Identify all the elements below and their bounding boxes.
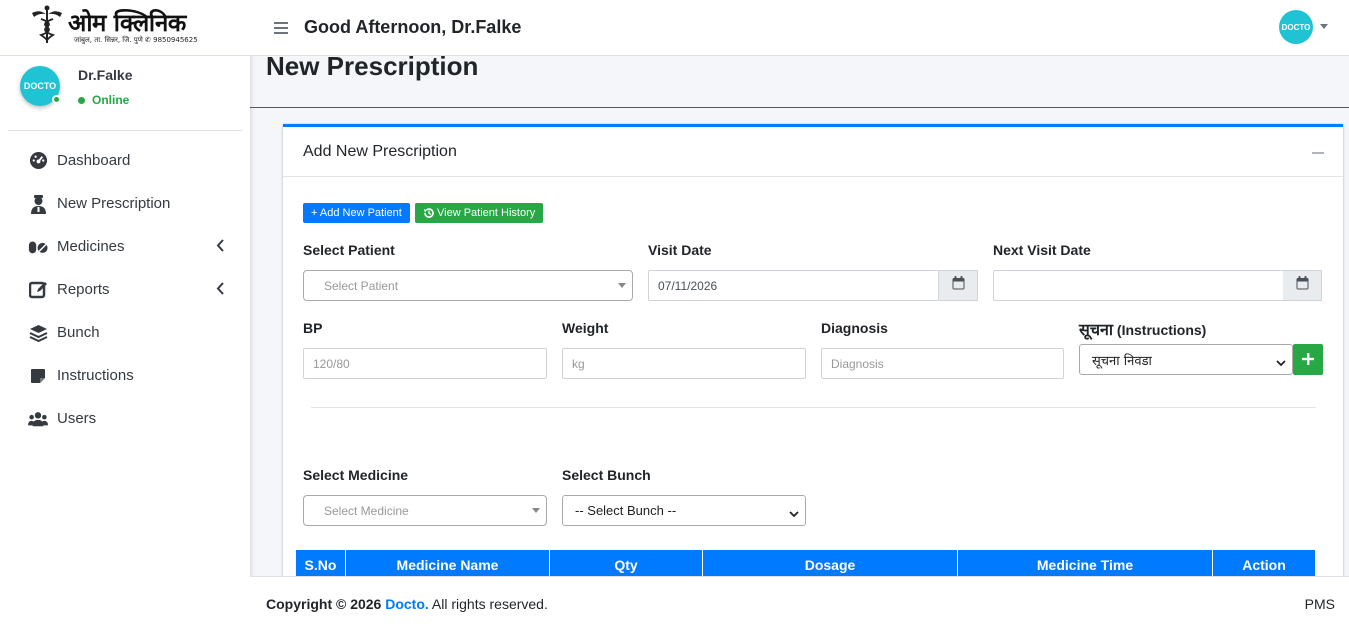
instructions-selected: सूचना निवडा — [1092, 353, 1152, 369]
users-icon — [28, 409, 48, 429]
collapse-minus-icon[interactable] — [1312, 152, 1324, 154]
user-doctor-icon — [28, 194, 48, 214]
select-medicine-placeholder: Select Medicine — [324, 503, 409, 518]
avatar[interactable]: DOCTO — [20, 66, 61, 106]
visit-date-input[interactable]: 07/11/2026 — [648, 270, 939, 301]
next-visit-date-calendar-button[interactable] — [1283, 270, 1322, 301]
user-status-label: Online — [92, 93, 130, 107]
select-bunch-select[interactable]: -- Select Bunch -- — [562, 495, 806, 526]
select-patient-label: Select Patient — [303, 242, 395, 258]
sidebar-item-label: Reports — [57, 281, 110, 298]
sidebar-item-users[interactable]: Users — [0, 397, 250, 440]
user-menu-avatar[interactable]: DOCTO — [1279, 10, 1313, 44]
sidebar: ओम क्लिनिक जांबुल, ता. सिन्नर, जि. पुणे … — [0, 0, 250, 630]
diagnosis-label: Diagnosis — [821, 320, 888, 336]
brand-subtitle: जांबुल, ता. सिन्नर, जि. पुणे ✆ 985094562… — [74, 36, 198, 44]
history-icon — [423, 207, 435, 219]
visit-date-calendar-button[interactable] — [939, 270, 978, 301]
avatar-text: DOCTO — [1281, 22, 1311, 32]
sidebar-item-label: Medicines — [57, 238, 125, 255]
card-title: Add New Prescription — [303, 142, 457, 160]
chevron-left-icon — [216, 239, 224, 256]
user-name[interactable]: Dr.Falke — [78, 67, 132, 83]
top-navbar: Good Afternoon, Dr.Falke DOCTO — [250, 0, 1349, 56]
next-visit-date-input[interactable] — [993, 270, 1284, 301]
select-medicine-label: Select Medicine — [303, 467, 409, 483]
caret-down-icon[interactable] — [1320, 24, 1328, 29]
card-header: Add New Prescription — [283, 127, 1343, 177]
brand[interactable]: ओम क्लिनिक जांबुल, ता. सिन्नर, जि. पुणे … — [0, 0, 250, 56]
weight-placeholder: kg — [572, 356, 585, 371]
next-visit-date-label: Next Visit Date — [993, 242, 1091, 258]
edit-icon — [28, 280, 48, 300]
user-status: Online — [78, 93, 132, 107]
diagnosis-input[interactable]: Diagnosis — [821, 348, 1064, 379]
instructions-label-en: (Instructions) — [1116, 322, 1207, 338]
select-medicine-dropdown[interactable]: Select Medicine — [303, 495, 547, 526]
page-title: New Prescription — [266, 51, 479, 81]
tachometer-icon — [28, 151, 48, 171]
sidebar-item-bunch[interactable]: Bunch — [0, 311, 250, 354]
sidebar-item-label: Instructions — [57, 367, 134, 384]
pills-icon — [28, 237, 48, 257]
select-bunch-label: Select Bunch — [562, 467, 651, 483]
layer-group-icon — [28, 323, 48, 343]
add-instruction-button[interactable] — [1293, 344, 1323, 375]
select-patient-dropdown[interactable]: Select Patient — [303, 270, 633, 301]
copyright-text: Copyright © 2026 — [266, 595, 382, 612]
sidebar-item-dashboard[interactable]: Dashboard — [0, 139, 250, 182]
sidebar-item-instructions[interactable]: Instructions — [0, 354, 250, 397]
view-history-label: View Patient History — [437, 207, 536, 219]
footer-brand-link[interactable]: Docto. — [385, 596, 429, 612]
sidebar-item-label: Dashboard — [57, 152, 131, 169]
instructions-select[interactable]: सूचना निवडा — [1079, 344, 1293, 375]
dropdown-arrow-icon — [532, 508, 540, 513]
instructions-label: सूचना (Instructions) — [1079, 318, 1206, 340]
form-divider — [311, 407, 1316, 408]
footer-version: PMS — [1304, 595, 1335, 612]
dropdown-arrow-icon — [618, 283, 626, 288]
diagnosis-placeholder: Diagnosis — [831, 356, 884, 371]
chevron-left-icon — [216, 282, 224, 299]
bp-placeholder: 120/80 — [313, 356, 350, 371]
bp-input[interactable]: 120/80 — [303, 348, 547, 379]
rights-text: All rights reserved. — [431, 595, 548, 612]
user-panel: DOCTO Dr.Falke Online — [8, 56, 242, 131]
online-indicator — [52, 95, 61, 104]
caduceus-icon — [30, 5, 64, 50]
brand-title: ओम क्लिनिक — [68, 9, 186, 37]
calendar-icon — [1296, 276, 1309, 295]
footer: Copyright © 2026 Docto. All rights reser… — [250, 576, 1349, 630]
sidebar-item-reports[interactable]: Reports — [0, 268, 250, 311]
instructions-label-hi: सूचना — [1079, 320, 1114, 339]
sticky-note-icon — [28, 366, 48, 386]
sidebar-item-new-prescription[interactable]: New Prescription — [0, 182, 250, 225]
select-patient-placeholder: Select Patient — [324, 278, 399, 293]
calendar-icon — [952, 276, 965, 295]
sidebar-item-label: Bunch — [57, 324, 100, 341]
chevron-down-icon — [1276, 355, 1286, 370]
plus-icon — [1302, 348, 1314, 371]
visit-date-label: Visit Date — [648, 242, 712, 258]
sidebar-item-medicines[interactable]: Medicines — [0, 225, 250, 268]
add-new-patient-button[interactable]: + Add New Patient — [303, 203, 410, 223]
hamburger-menu-icon[interactable] — [274, 19, 288, 37]
avatar-text: DOCTO — [23, 81, 57, 91]
footer-copyright: Copyright © 2026 Docto. All rights reser… — [266, 596, 548, 612]
select-bunch-selected: -- Select Bunch -- — [575, 503, 677, 518]
chevron-down-icon — [789, 506, 799, 521]
view-patient-history-button[interactable]: View Patient History — [415, 203, 544, 223]
sidebar-item-label: New Prescription — [57, 195, 171, 212]
sidebar-item-label: Users — [57, 410, 97, 427]
greeting: Good Afternoon, Dr.Falke — [304, 17, 522, 37]
content-header: New Prescription — [250, 51, 1349, 108]
sidebar-nav: Dashboard New Prescription Medicines Rep… — [0, 139, 250, 440]
weight-input[interactable]: kg — [562, 348, 806, 379]
bp-label: BP — [303, 320, 323, 336]
status-dot-icon — [78, 96, 85, 104]
weight-label: Weight — [562, 320, 609, 336]
prescription-card: Add New Prescription + Add New Patient V… — [283, 124, 1343, 584]
